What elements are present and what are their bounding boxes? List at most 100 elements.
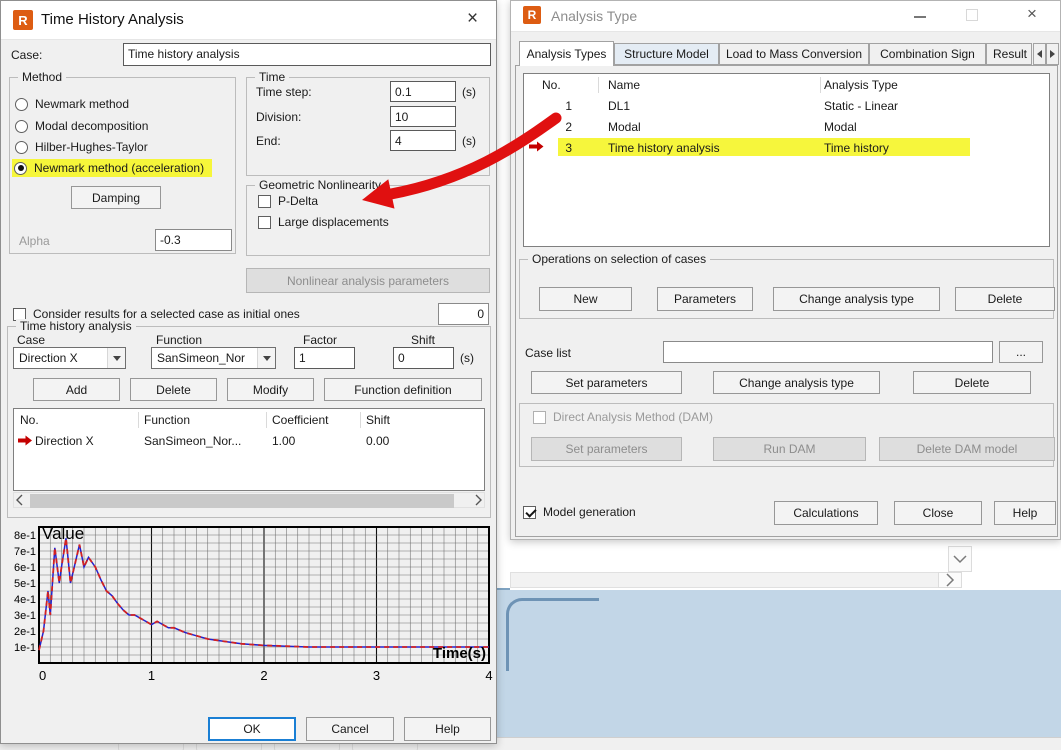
row-no: 2 <box>565 120 572 134</box>
damping-button[interactable]: Damping <box>71 186 161 209</box>
chevron-down-icon[interactable] <box>257 348 275 368</box>
radio-newmark-acceleration[interactable]: Newmark method (acceleration) <box>12 159 213 177</box>
alpha-label: Alpha <box>19 234 50 248</box>
radio-modal-decomposition[interactable]: Modal decomposition <box>15 119 148 133</box>
chevron-left-icon <box>16 494 23 506</box>
groupbox-legend: Operations on selection of cases <box>528 252 711 266</box>
factor-input[interactable]: 1 <box>294 347 355 369</box>
calculations-button[interactable]: Calculations <box>774 501 878 525</box>
model-generation-row[interactable]: Model generation <box>523 505 636 519</box>
tab-scroll-left-button[interactable] <box>1033 43 1046 65</box>
chevron-left-icon <box>1037 50 1042 58</box>
table-row[interactable]: 1 DL1 Static - Linear <box>524 95 1049 116</box>
analysis-cases-table[interactable]: No. Name Analysis Type 1 DL1 Static - Li… <box>523 73 1050 247</box>
division-input[interactable]: 10 <box>390 106 456 127</box>
tab-label: Result <box>993 47 1028 61</box>
help-button[interactable]: Help <box>404 717 491 741</box>
shift-input[interactable]: 0 <box>393 347 454 369</box>
chevron-right-icon <box>945 573 954 587</box>
tab-load-to-mass-conversion[interactable]: Load to Mass Conversion <box>719 43 869 65</box>
tha-title: Time History Analysis <box>41 11 184 28</box>
close-button[interactable]: × <box>467 8 478 30</box>
case-list-browse-button[interactable]: ... <box>999 341 1043 363</box>
chevron-down-icon[interactable] <box>107 348 125 368</box>
end-input[interactable]: 4 <box>390 130 456 151</box>
new-button[interactable]: New <box>539 287 632 311</box>
table-row[interactable]: 2 Modal Modal <box>524 116 1049 137</box>
table-row-selected[interactable]: Direction X SanSimeon_Nor... 1.00 0.00 <box>14 430 484 451</box>
tab-structure-model[interactable]: Structure Model <box>614 43 719 65</box>
delete-button[interactable]: Delete <box>955 287 1055 311</box>
modify-button[interactable]: Modify <box>227 378 314 401</box>
scroll-down-button[interactable] <box>948 546 972 572</box>
case-label: Case: <box>11 48 43 62</box>
model-generation-checkbox[interactable] <box>523 505 537 519</box>
selected-value: Direction X <box>19 351 78 365</box>
robot-app-icon: R <box>13 10 33 30</box>
scroll-right-button[interactable] <box>938 572 962 588</box>
scroll-right-button[interactable] <box>475 494 483 509</box>
column-header: Name <box>608 78 641 92</box>
large-displacements-checkbox[interactable] <box>258 215 271 229</box>
shift-unit: (s) <box>460 351 474 365</box>
dam-checkbox-row[interactable]: Direct Analysis Method (DAM) <box>533 410 713 424</box>
scrollbar-thumb[interactable] <box>30 494 454 508</box>
time-step-input[interactable]: 0.1 <box>390 81 456 102</box>
radio-hilber-hughes-taylor[interactable]: Hilber-Hughes-Taylor <box>15 140 148 154</box>
set-parameters-button[interactable]: Set parameters <box>531 371 682 394</box>
scroll-left-button[interactable] <box>16 494 24 509</box>
horizontal-scrollbar[interactable] <box>510 572 962 588</box>
radio-icon[interactable] <box>15 97 28 111</box>
groupbox-legend: Time history analysis <box>16 319 136 333</box>
y-tick-label: 7e-1 <box>14 546 36 558</box>
radio-icon[interactable] <box>15 119 28 133</box>
close-button[interactable]: × <box>1027 4 1037 24</box>
maximize-button[interactable] <box>966 9 978 21</box>
pdelta-checkbox[interactable] <box>258 194 271 208</box>
delete-button-2[interactable]: Delete <box>913 371 1031 394</box>
case-list-input[interactable] <box>663 341 993 363</box>
delete-function-button[interactable]: Delete <box>130 378 217 401</box>
change-analysis-type-button[interactable]: Change analysis type <box>773 287 940 311</box>
alpha-input[interactable]: -0.3 <box>155 229 232 251</box>
tab-combination-sign[interactable]: Combination Sign <box>869 43 986 65</box>
close-dialog-button[interactable]: Close <box>894 501 982 525</box>
y-tick-label: 8e-1 <box>14 530 36 542</box>
ok-button[interactable]: OK <box>208 717 296 741</box>
initial-case-number-input[interactable]: 0 <box>438 303 489 325</box>
row-type: Modal <box>824 120 857 134</box>
radio-newmark-method[interactable]: Newmark method <box>15 97 129 111</box>
function-definition-button[interactable]: Function definition <box>324 378 482 401</box>
case-select[interactable]: Direction X <box>13 347 126 369</box>
tab-analysis-types[interactable]: Analysis Types <box>519 41 614 66</box>
shift-col-label: Shift <box>411 333 436 347</box>
tab-label: Analysis Types <box>526 47 607 61</box>
function-select[interactable]: SanSimeon_Nor <box>151 347 276 369</box>
chevron-right-icon <box>475 494 482 506</box>
column-header: Function <box>144 413 191 427</box>
function-table[interactable]: No. Function Coefficient Shift Direction… <box>13 408 485 491</box>
tab-scroll-right-button[interactable] <box>1046 43 1059 65</box>
column-header: Analysis Type <box>824 78 898 92</box>
help-button[interactable]: Help <box>994 501 1056 525</box>
function-table-hscrollbar[interactable] <box>13 492 485 508</box>
large-displacements-checkbox-row[interactable]: Large displacements <box>258 215 389 229</box>
radio-icon[interactable] <box>15 140 28 154</box>
add-button[interactable]: Add <box>33 378 120 401</box>
minimize-button[interactable] <box>914 16 926 18</box>
cancel-button[interactable]: Cancel <box>306 717 394 741</box>
row-name: DL1 <box>608 99 631 113</box>
dam-checkbox[interactable] <box>533 410 546 424</box>
case-input[interactable]: Time history analysis <box>123 43 491 66</box>
table-row-selected[interactable]: 3 Time history analysis Time history <box>524 137 1049 158</box>
change-analysis-type-button-2[interactable]: Change analysis type <box>713 371 880 394</box>
column-header: No. <box>542 78 561 92</box>
factor-col-label: Factor <box>303 333 338 347</box>
tab-result[interactable]: Result <box>986 43 1032 65</box>
radio-icon[interactable] <box>14 161 27 175</box>
row-no: Direction X <box>35 434 94 448</box>
chart-xlabel: Time(s) <box>433 645 486 662</box>
run-dam-button: Run DAM <box>713 437 866 461</box>
parameters-button[interactable]: Parameters <box>657 287 753 311</box>
pdelta-checkbox-row[interactable]: P-Delta <box>258 194 318 208</box>
